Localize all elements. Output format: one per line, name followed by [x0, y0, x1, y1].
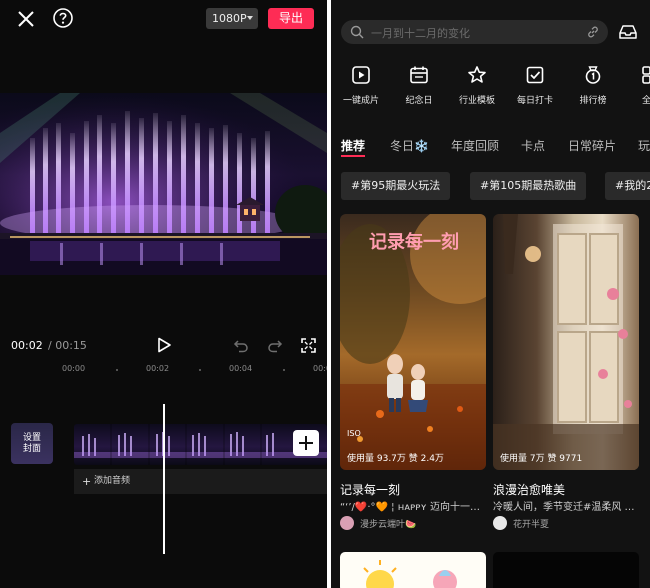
hashtag-chip[interactable]: #第95期最火玩法 [341, 172, 451, 200]
shortcut-label: 每日打卡 [516, 96, 553, 106]
ruler-mark: 00:00 [62, 364, 86, 373]
usage-stats: 使用量 7万 赞 9771 [500, 454, 583, 464]
shortcut-one-click[interactable]: 一键成片 [331, 65, 391, 115]
fullscreen-icon[interactable] [301, 338, 316, 353]
video-clip-track[interactable] [74, 424, 327, 465]
author-name: 漫步云端叶🍉 [360, 520, 417, 530]
total-duration: / 00:15 [48, 339, 87, 352]
inbox-icon[interactable] [618, 22, 638, 42]
ruler-mark: 00:04 [229, 364, 253, 373]
cover-label-line1: 设置 [22, 433, 41, 443]
shortcut-ranking[interactable]: 排行榜 [563, 65, 623, 115]
template-card[interactable] [340, 552, 486, 588]
template-card[interactable]: 记录每一刻 ISO 使用量 93.7万 赞 2.4万 [340, 214, 486, 470]
timeline-playhead[interactable] [163, 404, 165, 554]
card-title[interactable]: 记录每一刻 [340, 481, 400, 498]
template-card[interactable] [493, 552, 639, 588]
shortcut-all[interactable]: 全部 [621, 65, 650, 115]
card-author[interactable]: 漫步云端叶🍉 [340, 516, 486, 530]
help-icon[interactable] [52, 7, 74, 29]
hashtag-chip[interactable]: #第105期最热歌曲 [470, 172, 587, 200]
resolution-select[interactable]: 1080P [206, 8, 258, 29]
fountain-scene-image [0, 93, 327, 275]
search-input[interactable]: 一月到十二月的变化 [341, 20, 608, 44]
tab-recommended[interactable]: 推荐 [341, 137, 365, 154]
active-tab-indicator [341, 155, 365, 157]
export-button[interactable]: 导出 [268, 8, 314, 29]
plus-icon [299, 436, 313, 450]
tab-winter[interactable]: 冬日❄️ [390, 137, 429, 154]
shortcut-anniversary[interactable]: 纪念日 [389, 65, 449, 115]
redo-icon[interactable] [267, 338, 283, 354]
card-title[interactable]: 浪漫治愈唯美 [493, 481, 565, 498]
star-icon [468, 66, 486, 83]
search-icon [350, 25, 364, 39]
ruler-dot [116, 369, 118, 371]
calendar-icon [410, 66, 428, 84]
undo-icon[interactable] [233, 338, 249, 354]
ranking-badge-icon [585, 66, 601, 84]
tab-daily-fragments[interactable]: 日常碎片 [568, 137, 616, 154]
current-time: 00:02 [11, 339, 43, 352]
shortcut-daily-checkin[interactable]: 每日打卡 [505, 65, 565, 115]
chevron-down-icon [247, 16, 253, 20]
search-placeholder: 一月到十二月的变化 [371, 27, 470, 40]
add-audio-label: 添加音频 [94, 476, 131, 486]
close-icon[interactable] [15, 8, 37, 30]
shortcut-label: 一键成片 [342, 96, 379, 106]
tab-beat-sync[interactable]: 卡点 [521, 137, 545, 154]
grid-icon [642, 66, 650, 84]
ruler-mark: 00:02 [146, 364, 170, 373]
timeline-ruler: 00:00 00:02 00:04 00:0 [0, 362, 327, 376]
video-editor-panel: 1080P 导出 00:02 / 00:15 00:00 00:02 00:04… [0, 0, 327, 588]
set-cover-button[interactable]: 设置 封面 [11, 423, 53, 464]
plus-icon: + [82, 475, 92, 488]
ruler-dot [283, 369, 285, 371]
template-thumbnail-image [363, 560, 457, 588]
editor-top-bar: 1080P 导出 [0, 0, 327, 40]
checkbox-icon [526, 66, 544, 84]
template-card[interactable]: 使用量 7万 赞 9771 [493, 214, 639, 470]
avatar [493, 516, 507, 530]
template-browser-panel: 一月到十二月的变化 一键成片 纪念日 行业模板 每日打卡 排行榜 全 推荐 冬日… [331, 0, 650, 588]
author-name: 花开半夏 [513, 520, 550, 530]
link-icon[interactable] [586, 25, 600, 39]
add-clip-button[interactable] [293, 430, 319, 456]
cover-label-line2: 封面 [22, 444, 41, 454]
ruler-mark: 00:0 [313, 364, 327, 373]
tab-year-review[interactable]: 年度回顾 [451, 137, 499, 154]
shortcut-label: 全部 [641, 96, 650, 106]
usage-stats: 使用量 93.7万 赞 2.4万 [347, 454, 444, 464]
video-preview[interactable] [0, 93, 327, 275]
hd-badge: ISO [347, 429, 361, 438]
play-icon[interactable] [156, 337, 172, 353]
thumbnail-overlay-text: 记录每一刻 [369, 232, 459, 253]
card-author[interactable]: 花开半夏 [493, 516, 639, 530]
ruler-dot [199, 369, 201, 371]
card-subtitle: 冷暖人间，季节变迁#温柔风 … [493, 502, 635, 513]
shortcut-label: 排行榜 [579, 96, 607, 106]
tab-play[interactable]: 玩 [638, 137, 650, 154]
shortcut-label: 行业模板 [458, 96, 495, 106]
template-thumbnail-image [493, 214, 639, 470]
clip-thumbnails-image [74, 424, 327, 465]
play-square-icon [352, 66, 370, 84]
shortcut-label: 纪念日 [405, 96, 433, 106]
shortcut-industry-template[interactable]: 行业模板 [447, 65, 507, 115]
hashtag-chip[interactable]: #我的2 [605, 172, 650, 200]
avatar [340, 516, 354, 530]
card-subtitle: “‘’/❤️·°🧡 ¦ ʜᴀᴘᴘʏ 迈向十一… [340, 502, 480, 513]
resolution-value: 1080P [212, 12, 247, 25]
add-audio-button[interactable]: + 添加音频 [74, 469, 327, 494]
